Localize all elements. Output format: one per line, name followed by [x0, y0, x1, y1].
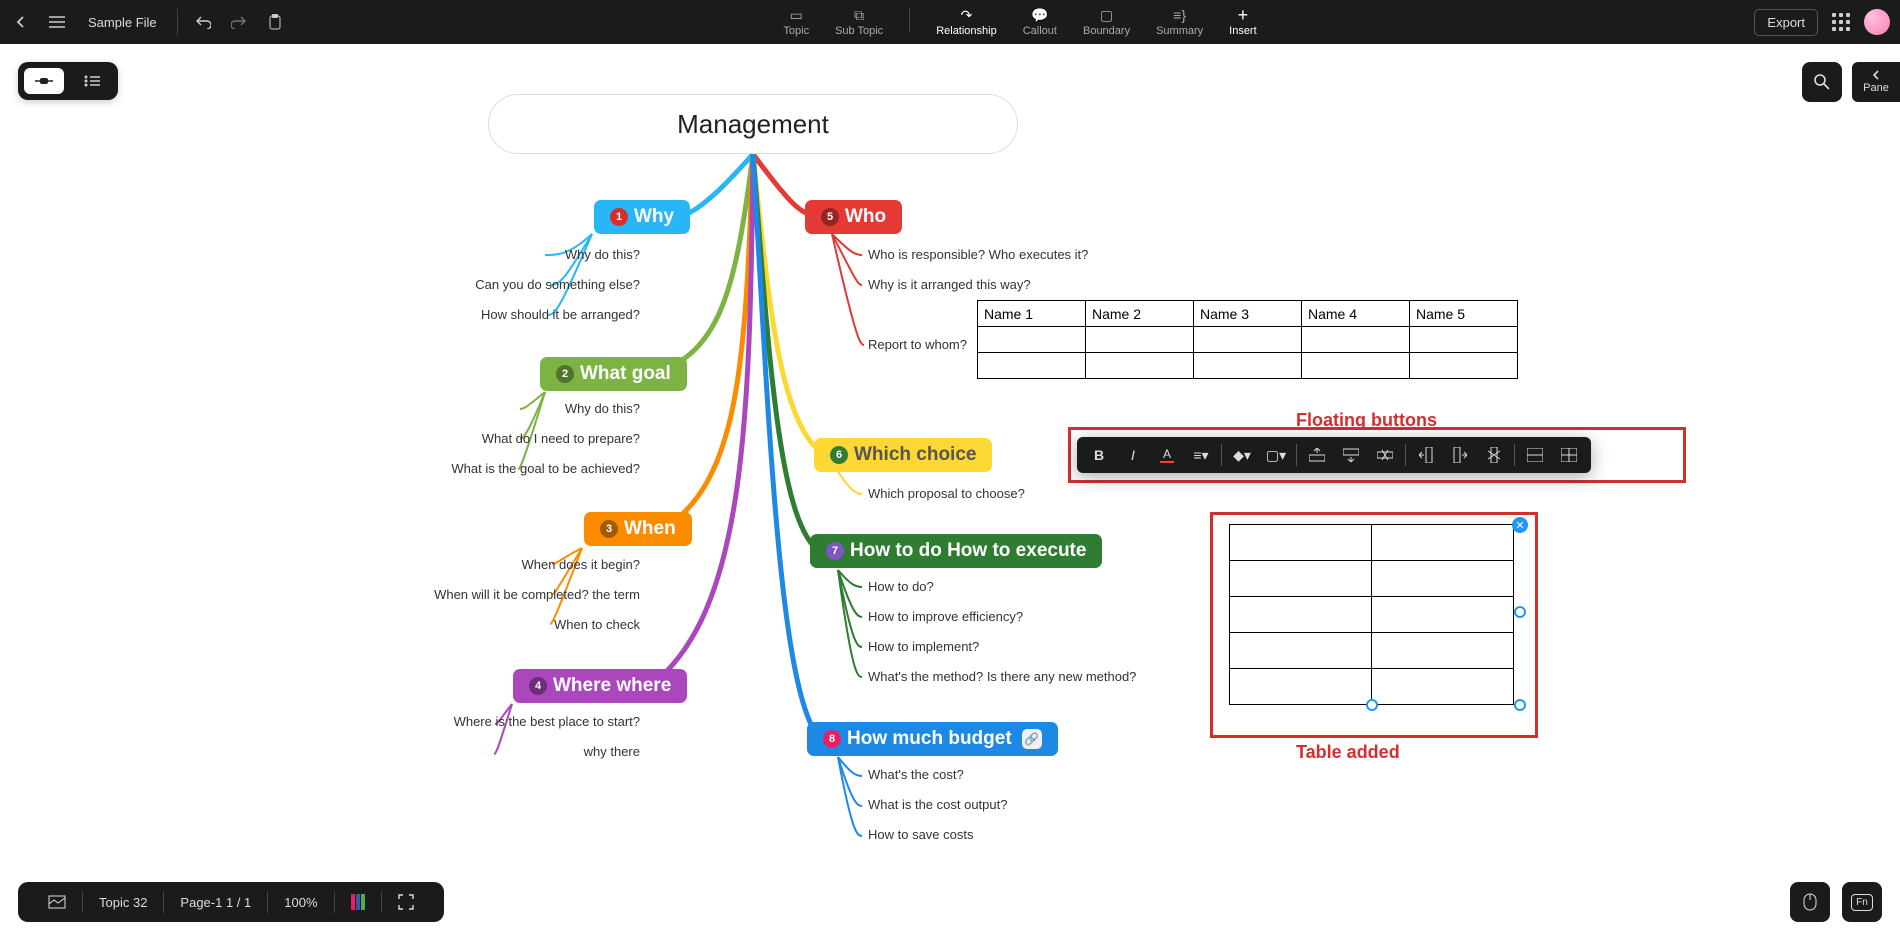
status-bar: Topic 32 Page-1 1 / 1 100%: [18, 882, 444, 922]
fn-button[interactable]: Fn: [1842, 882, 1882, 922]
insert-col-left-button[interactable]: [1412, 441, 1440, 469]
branch-budget[interactable]: 8How much budget🔗: [807, 722, 1058, 756]
sub-howdo-1[interactable]: How to do?: [868, 579, 934, 594]
names-table[interactable]: Name 1Name 2Name 3Name 4Name 5: [977, 300, 1518, 379]
fill-button[interactable]: ◆▾: [1228, 441, 1256, 469]
fullscreen-icon[interactable]: [382, 882, 430, 922]
mouse-settings-button[interactable]: [1790, 882, 1830, 922]
sub-who-2[interactable]: Why is it arranged this way?: [868, 277, 1031, 292]
theme-colors[interactable]: [335, 882, 381, 922]
relationship-icon: ↷: [956, 7, 976, 23]
sub-when-2[interactable]: When will it be completed? the term: [330, 587, 640, 602]
panel-toggle[interactable]: Pane: [1852, 62, 1900, 102]
tool-summary[interactable]: ≡} Summary: [1156, 7, 1203, 37]
floating-toolbar: B I A ≡▾ ◆▾ ▢▾: [1077, 437, 1591, 473]
resize-handle-bottom[interactable]: [1366, 699, 1378, 711]
sub-goal-2[interactable]: What do I need to prepare?: [380, 431, 640, 446]
branch-who[interactable]: 5Who: [805, 200, 902, 234]
table-close-icon[interactable]: ✕: [1512, 517, 1528, 533]
sub-howdo-3[interactable]: How to implement?: [868, 639, 979, 654]
font-color-button[interactable]: A: [1153, 441, 1181, 469]
branch-choice[interactable]: 6Which choice: [814, 438, 992, 472]
insert-col-right-button[interactable]: [1446, 441, 1474, 469]
zoom-level[interactable]: 100%: [268, 882, 333, 922]
mindmap-view-button[interactable]: [24, 68, 64, 94]
branch-goal[interactable]: 2What goal: [540, 357, 687, 391]
back-icon[interactable]: [10, 11, 32, 33]
clipboard-icon[interactable]: [264, 11, 286, 33]
branch-where[interactable]: 4Where where: [513, 669, 687, 703]
topic-count[interactable]: Topic 32: [83, 882, 163, 922]
root-topic[interactable]: Management: [488, 94, 1018, 154]
delete-col-button[interactable]: [1480, 441, 1508, 469]
sub-choice-1[interactable]: Which proposal to choose?: [868, 486, 1025, 501]
annotation-table-added: Table added: [1296, 742, 1400, 763]
sub-who-3[interactable]: Report to whom?: [868, 337, 967, 352]
merge-cells-button[interactable]: [1521, 441, 1549, 469]
connector-lines: [0, 94, 1400, 894]
callout-icon: 💬: [1030, 7, 1050, 23]
top-toolbar: Sample File ▭ Topic ⧉ Sub Topic ↷ Relati…: [0, 0, 1900, 44]
canvas[interactable]: Pane Management 1Why: [0, 44, 1900, 936]
branch-when[interactable]: 3When: [584, 512, 692, 546]
insert-row-below-button[interactable]: [1337, 441, 1365, 469]
border-button[interactable]: ▢▾: [1262, 441, 1290, 469]
sub-where-1[interactable]: Where is the best place to start?: [350, 714, 640, 729]
sitemap-icon[interactable]: [32, 882, 82, 922]
delete-row-button[interactable]: [1371, 441, 1399, 469]
tool-relationship[interactable]: ↷ Relationship: [936, 7, 997, 37]
menu-icon[interactable]: [46, 11, 68, 33]
sub-budget-1[interactable]: What's the cost?: [868, 767, 964, 782]
split-cells-button[interactable]: [1555, 441, 1583, 469]
attachment-icon[interactable]: 🔗: [1022, 729, 1042, 749]
page-indicator[interactable]: Page-1 1 / 1: [164, 882, 267, 922]
export-button[interactable]: Export: [1754, 9, 1818, 36]
sub-howdo-2[interactable]: How to improve efficiency?: [868, 609, 1023, 624]
sub-why-2[interactable]: Can you do something else?: [380, 277, 640, 292]
sub-why-1[interactable]: Why do this?: [430, 247, 640, 262]
align-button[interactable]: ≡▾: [1187, 441, 1215, 469]
tool-topic[interactable]: ▭ Topic: [783, 7, 809, 37]
sub-budget-3[interactable]: How to save costs: [868, 827, 974, 842]
sub-who-1[interactable]: Who is responsible? Who executes it?: [868, 247, 1088, 262]
avatar[interactable]: [1864, 9, 1890, 35]
topic-icon: ▭: [786, 7, 806, 23]
view-toggle: [18, 62, 118, 100]
resize-handle-right[interactable]: [1514, 606, 1526, 618]
insert-icon: +: [1233, 7, 1253, 23]
apps-grid-icon[interactable]: [1832, 13, 1850, 31]
sub-howdo-4[interactable]: What's the method? Is there any new meth…: [868, 669, 1136, 684]
branch-howdo[interactable]: 7How to do How to execute: [810, 534, 1102, 568]
tool-insert[interactable]: + Insert: [1229, 7, 1257, 37]
resize-handle-corner[interactable]: [1514, 699, 1526, 711]
sub-when-1[interactable]: When does it begin?: [400, 557, 640, 572]
sub-where-2[interactable]: why there: [440, 744, 640, 759]
boundary-icon: ▢: [1097, 7, 1117, 23]
tool-subtopic[interactable]: ⧉ Sub Topic: [835, 7, 883, 37]
sub-why-3[interactable]: How should it be arranged?: [380, 307, 640, 322]
branch-why[interactable]: 1Why: [594, 200, 690, 234]
italic-button[interactable]: I: [1119, 441, 1147, 469]
summary-icon: ≡}: [1170, 7, 1190, 23]
file-title: Sample File: [88, 15, 157, 30]
sub-when-3[interactable]: When to check: [430, 617, 640, 632]
subtopic-icon: ⧉: [849, 7, 869, 23]
sub-budget-2[interactable]: What is the cost output?: [868, 797, 1007, 812]
insert-row-above-button[interactable]: [1303, 441, 1331, 469]
redo-icon[interactable]: [228, 11, 250, 33]
sub-goal-1[interactable]: Why do this?: [430, 401, 640, 416]
search-button[interactable]: [1802, 62, 1842, 102]
tool-callout[interactable]: 💬 Callout: [1023, 7, 1057, 37]
sub-goal-3[interactable]: What is the goal to be achieved?: [350, 461, 640, 476]
undo-icon[interactable]: [192, 11, 214, 33]
outline-view-button[interactable]: [72, 68, 112, 94]
tool-boundary[interactable]: ▢ Boundary: [1083, 7, 1130, 37]
new-table[interactable]: [1229, 524, 1514, 705]
bold-button[interactable]: B: [1085, 441, 1113, 469]
